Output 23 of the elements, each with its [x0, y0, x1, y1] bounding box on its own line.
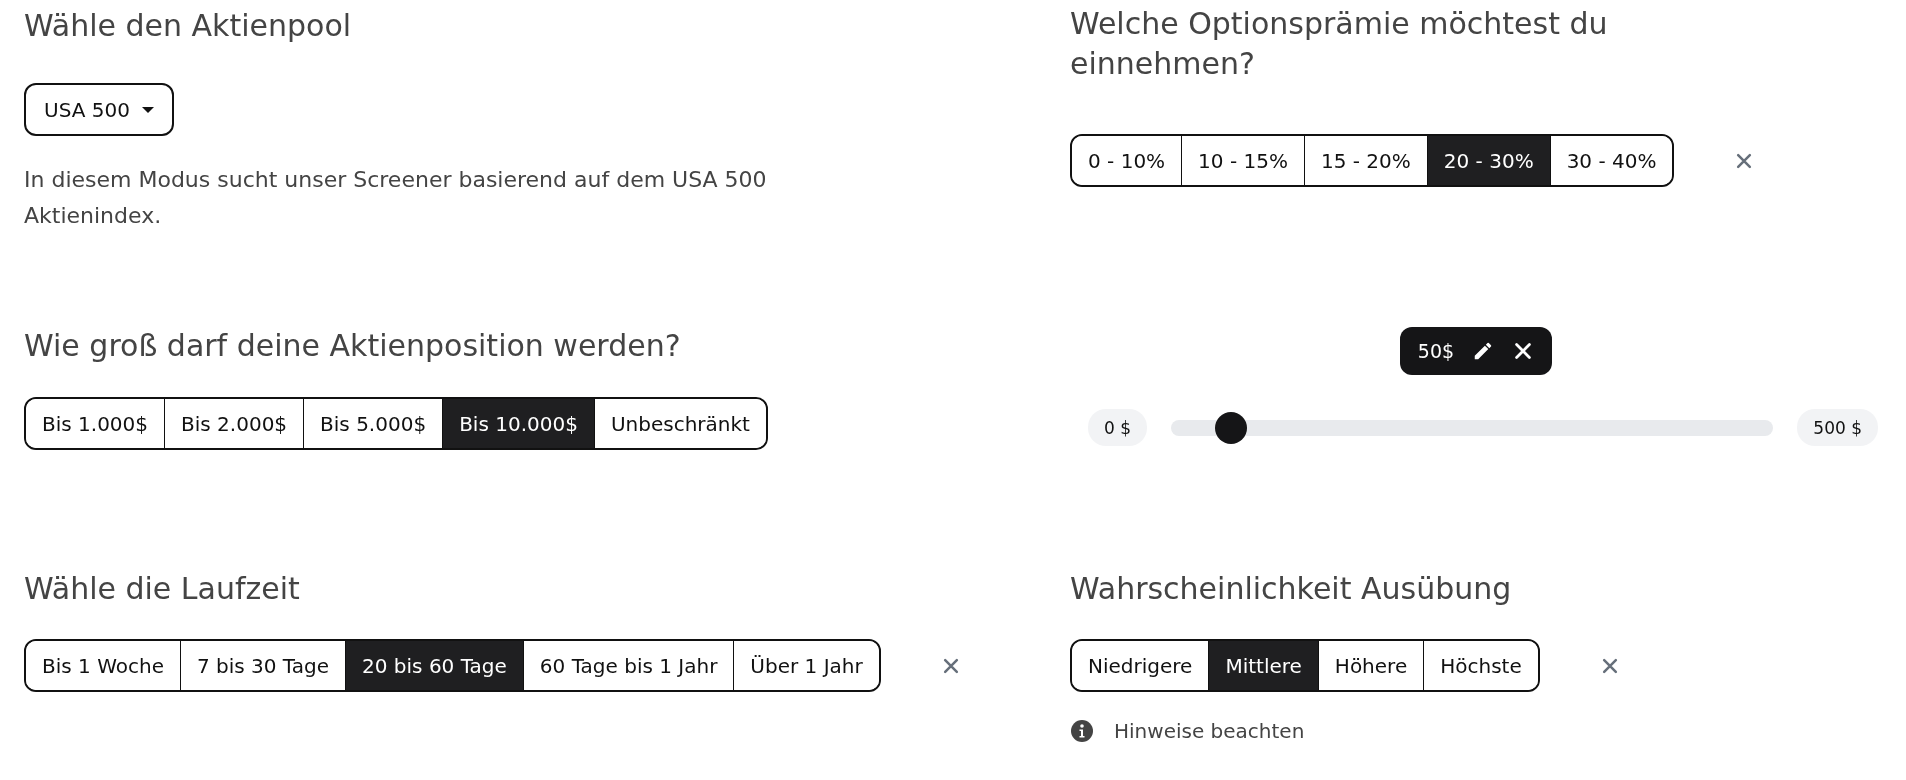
- min-label: 0 $: [1088, 409, 1148, 446]
- description-text: In diesem Modus sucht unser Screener basierend auf dem USA 500 Aktienindex.: [24, 166, 768, 230]
- slider-track[interactable]: [1171, 411, 1774, 444]
- option-button[interactable]: 20 - 30%: [1426, 136, 1550, 185]
- section-heading: Wie groß darf deine Aktienposition werden?: [24, 327, 681, 365]
- option-button[interactable]: Bis 10.000$: [442, 399, 594, 448]
- option-button[interactable]: 20 bis 60 Tage: [345, 641, 523, 690]
- option-button[interactable]: Unbeschränkt: [593, 399, 766, 448]
- option-button[interactable]: Über 1 Jahr: [733, 641, 879, 690]
- slider-thumb[interactable]: [1215, 411, 1248, 444]
- section-heading: Wähle den Aktienpool: [24, 7, 352, 45]
- value-text: 50$: [1417, 340, 1455, 362]
- section-heading: Welche Optionsprämie möchtest du einnehmen?: [1070, 5, 1609, 83]
- section-heading: Wahrscheinlichkeit Ausübung: [1070, 570, 1512, 608]
- section-heading: Wähle die Laufzeit: [24, 570, 300, 608]
- info-icon: [1070, 719, 1094, 743]
- option-button[interactable]: Höchste: [1423, 641, 1538, 690]
- option-button[interactable]: Mittlere: [1208, 641, 1318, 690]
- dropdown-button[interactable]: USA 500: [24, 83, 174, 136]
- note-text: Hinweise beachten: [1114, 719, 1305, 743]
- caret-icon: [141, 106, 154, 113]
- max-label: 500 $: [1797, 409, 1878, 446]
- option-button[interactable]: 30 - 40%: [1549, 136, 1673, 185]
